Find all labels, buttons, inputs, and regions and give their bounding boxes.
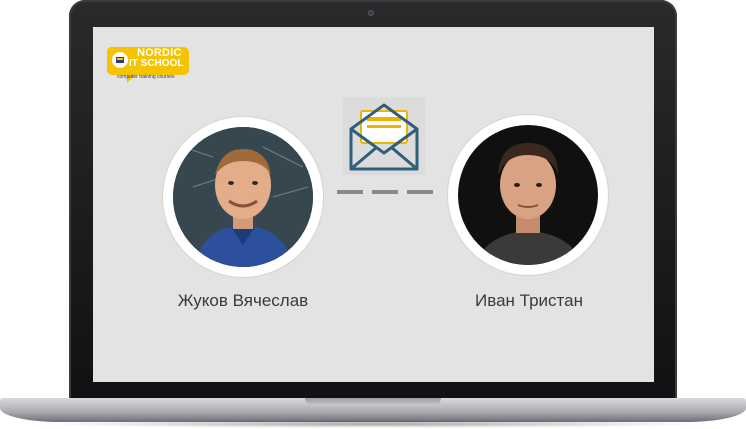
envelope-panel <box>343 97 425 175</box>
person-name-right: Иван Тристан <box>475 291 583 310</box>
dash <box>407 190 433 194</box>
avatar-left <box>163 117 323 277</box>
person-photo-avatar <box>173 127 313 267</box>
nordic-it-school-logo: NORDIC IT SCHOOL computer training cours… <box>105 43 191 89</box>
camera-icon <box>368 10 374 16</box>
mail-envelope-icon <box>349 103 419 171</box>
person-name-left: Жуков Вячеслав <box>177 291 309 310</box>
laptop-notch <box>305 398 441 406</box>
logo-tagline: computer training courses <box>117 74 175 80</box>
person-photo-avatar <box>458 125 598 265</box>
avatar-right <box>448 115 608 275</box>
dash <box>337 190 363 194</box>
connection-dashes <box>337 190 433 196</box>
dash <box>372 190 398 194</box>
laptop-screen: NORDIC IT SCHOOL computer training cours… <box>93 27 654 382</box>
laptop-shadow <box>40 420 706 428</box>
logo-line-2: IT SCHOOL <box>129 58 184 69</box>
